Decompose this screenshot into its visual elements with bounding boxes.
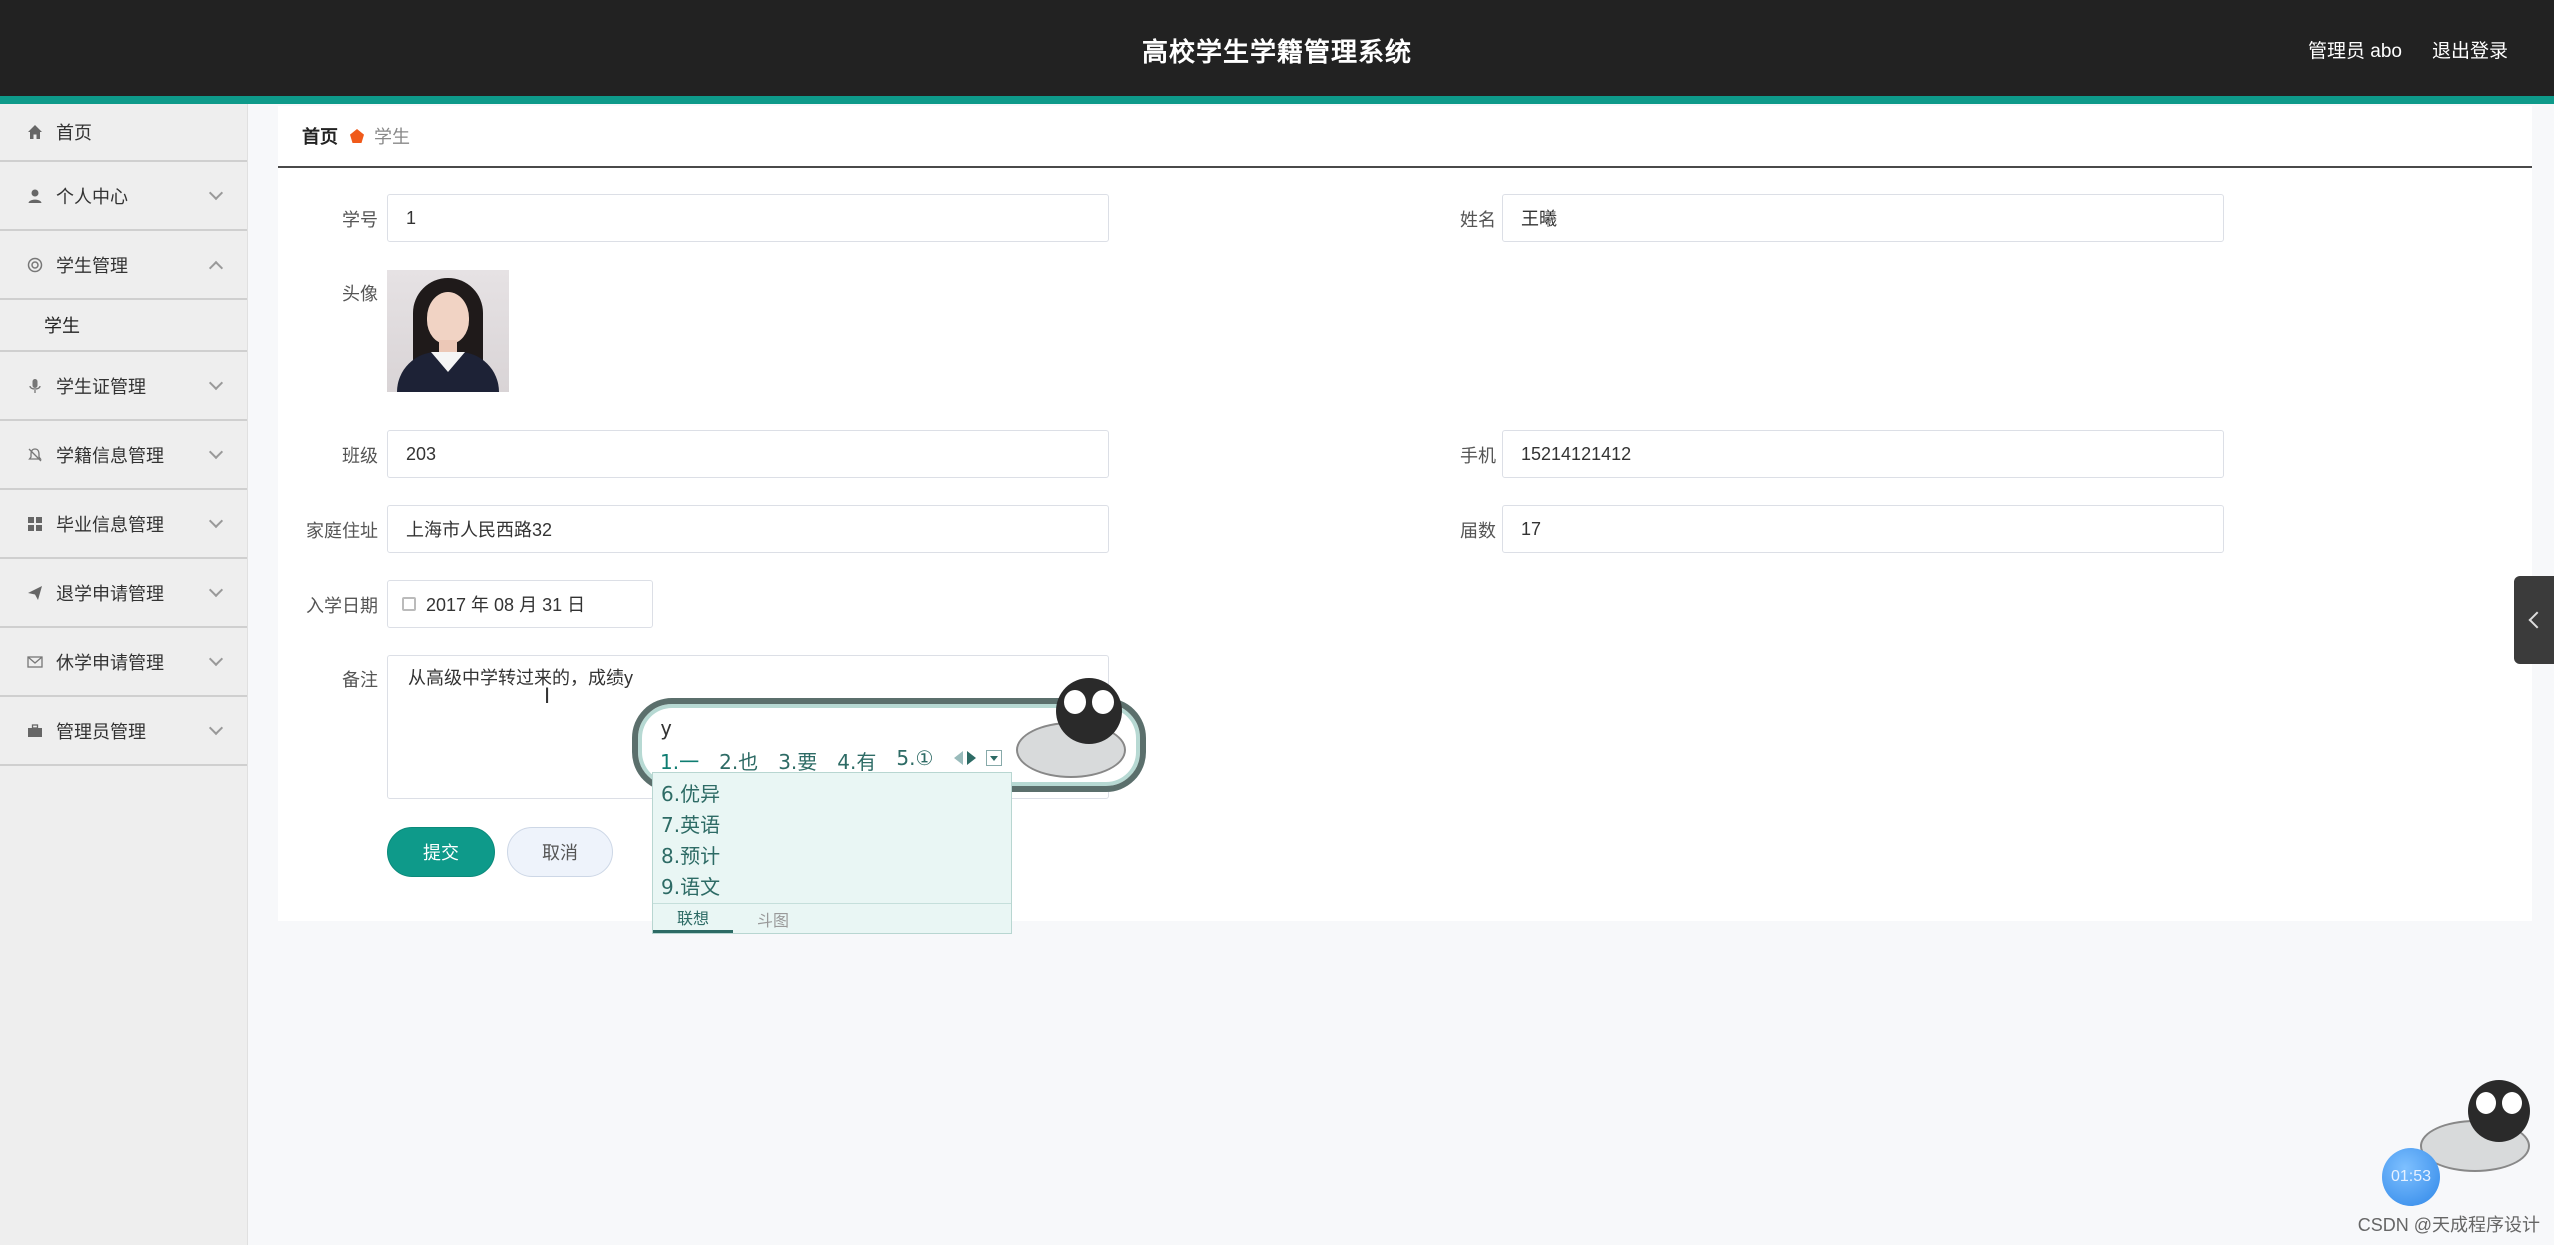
sidebar-item-graduation-info[interactable]: 毕业信息管理 (0, 490, 247, 559)
user-icon (26, 187, 44, 205)
chevron-down-icon (208, 720, 224, 736)
ime-tabs: 联想 斗图 (653, 903, 1011, 933)
floating-mascot-icon (2416, 1080, 2554, 1176)
admin-username: 管理员 abo (2308, 41, 2402, 62)
ime-candidate[interactable]: 7.英语 (653, 808, 1011, 839)
sidebar-item-student-management[interactable]: 学生管理 (0, 231, 247, 300)
content-card: 首页 学生 学号 1 姓名 王曦 头像 班级 203 手机 1521412141… (278, 106, 2532, 921)
sidebar-item-student-card[interactable]: 学生证管理 (0, 352, 247, 421)
enroll-date-picker[interactable]: 2017 年 08 月 31 日 (387, 580, 653, 628)
breadcrumb-home[interactable]: 首页 (302, 123, 338, 149)
header-actions: 管理员 abo 退出登录 (2308, 36, 2508, 63)
sidebar-item-personal-center[interactable]: 个人中心 (0, 162, 247, 231)
avatar-label: 头像 (342, 284, 378, 304)
grid-icon (26, 515, 44, 533)
chevron-down-icon (208, 513, 224, 529)
calendar-icon (402, 597, 416, 611)
chevron-left-icon (2528, 611, 2546, 629)
sidebar-item-label: 个人中心 (56, 186, 128, 207)
sidebar-item-label: 管理员管理 (56, 721, 146, 742)
phone-label: 手机 (1460, 446, 1496, 466)
bell-icon (26, 446, 44, 464)
home-icon (26, 123, 44, 141)
ime-next-page-icon[interactable] (967, 751, 976, 765)
ime-mascot-icon (1010, 676, 1150, 786)
ime-candidate[interactable]: 3.要 (778, 746, 817, 775)
ime-candidate[interactable]: 8.预计 (653, 839, 1011, 870)
avatar[interactable] (387, 270, 509, 392)
student-id-input[interactable]: 1 (387, 194, 1109, 242)
name-label: 姓名 (1460, 210, 1496, 230)
address-label: 家庭住址 (306, 521, 378, 541)
enroll-date-label: 入学日期 (306, 596, 378, 616)
enroll-date-value: 2017 年 08 月 31 日 (426, 595, 586, 615)
session-input[interactable]: 17 (1502, 505, 2224, 553)
chevron-down-icon (208, 185, 224, 201)
chevron-down-icon (208, 444, 224, 460)
sidebar-subitem-student[interactable]: 学生 (0, 300, 247, 352)
sidebar-item-enrollment-info[interactable]: 学籍信息管理 (0, 421, 247, 490)
sidebar-item-label: 退学申请管理 (56, 583, 164, 604)
sidebar-item-label: 学生证管理 (56, 376, 146, 397)
ime-candidate[interactable]: 5.① (896, 746, 933, 775)
top-navbar: 高校学生学籍管理系统 管理员 abo 退出登录 (0, 0, 2554, 96)
sidebar-item-dropout-application[interactable]: 退学申请管理 (0, 559, 247, 628)
sidebar-item-label: 休学申请管理 (56, 652, 164, 673)
breadcrumb-separator-icon (350, 129, 364, 143)
student-id-label: 学号 (342, 210, 378, 230)
ime-candidate[interactable]: 6.优异 (653, 777, 1011, 808)
ime-expand-dropdown-icon[interactable] (986, 750, 1002, 766)
ime-candidate[interactable]: 9.语文 (653, 870, 1011, 901)
sidebar-item-admin-management[interactable]: 管理员管理 (0, 697, 247, 766)
chevron-down-icon (208, 582, 224, 598)
chevron-up-icon (208, 260, 224, 276)
chevron-down-icon (208, 651, 224, 667)
name-input[interactable]: 王曦 (1502, 194, 2224, 242)
ime-tab-suggest[interactable]: 联想 (653, 904, 733, 933)
timer-bubble[interactable]: 01:53 (2382, 1148, 2440, 1206)
address-input[interactable]: 上海市人民西路32 (387, 505, 1109, 553)
ime-composition: y (660, 716, 673, 740)
send-icon (26, 584, 44, 602)
sidebar: 首页 个人中心 学生管理 学生 学生证管理 学籍信息管理 毕业信息管理 退学申请… (0, 104, 248, 1245)
submit-button[interactable]: 提交 (387, 827, 495, 877)
sidebar-item-label: 首页 (56, 123, 92, 143)
sidebar-item-suspension-application[interactable]: 休学申请管理 (0, 628, 247, 697)
breadcrumb-current: 学生 (374, 127, 410, 147)
class-input[interactable]: 203 (387, 430, 1109, 478)
briefcase-icon (26, 722, 44, 740)
ime-candidate-list: 6.优异 7.英语 8.预计 9.语文 联想 斗图 (652, 772, 1012, 934)
side-panel-toggle[interactable] (2514, 576, 2554, 664)
sidebar-item-label: 毕业信息管理 (56, 514, 164, 535)
remark-label: 备注 (342, 670, 378, 690)
ime-candidate-row: 1.一 2.也 3.要 4.有 5.① (660, 746, 933, 775)
ime-candidate[interactable]: 1.一 (660, 746, 699, 775)
ime-prev-page-icon[interactable] (954, 751, 963, 765)
class-label: 班级 (342, 446, 378, 466)
ime-tab-sticker[interactable]: 斗图 (733, 904, 813, 933)
breadcrumb: 首页 学生 (278, 106, 2532, 168)
chevron-down-icon (208, 375, 224, 391)
header-accent-bar (0, 96, 2554, 104)
ime-page-controls (954, 750, 1002, 766)
phone-input[interactable]: 15214121412 (1502, 430, 2224, 478)
text-cursor-icon: I (544, 683, 551, 708)
watermark: CSDN @天成程序设计 (2357, 1215, 2540, 1235)
student-icon (26, 256, 44, 274)
sidebar-item-label: 学籍信息管理 (56, 445, 164, 466)
microphone-icon (26, 377, 44, 395)
app-title: 高校学生学籍管理系统 (1141, 37, 1412, 67)
ime-candidate[interactable]: 4.有 (837, 746, 876, 775)
logout-link[interactable]: 退出登录 (2432, 36, 2508, 63)
sidebar-item-home[interactable]: 首页 (0, 104, 247, 162)
mail-icon (26, 653, 44, 671)
ime-candidate[interactable]: 2.也 (719, 746, 758, 775)
session-label: 届数 (1460, 521, 1496, 541)
sidebar-item-label: 学生管理 (56, 255, 128, 276)
cancel-button[interactable]: 取消 (507, 827, 613, 877)
